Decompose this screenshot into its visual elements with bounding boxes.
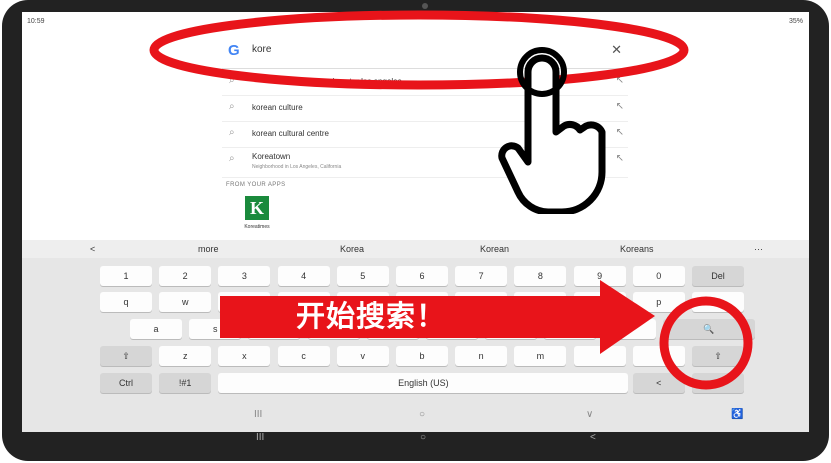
suggestion-text: korean cultural centre: [252, 129, 329, 138]
menu-icon[interactable]: ···: [754, 244, 763, 254]
start-search-banner: 开始搜索！: [218, 283, 630, 342]
fill-arrow-icon[interactable]: ↖: [616, 127, 624, 138]
shift-key-right[interactable]: ⇧: [692, 346, 744, 366]
status-battery: 35%: [788, 18, 803, 25]
fill-arrow-icon[interactable]: ↖: [616, 101, 624, 112]
key-b[interactable]: b: [396, 346, 448, 366]
search-icon: ⌕: [229, 153, 235, 164]
key-z[interactable]: z: [159, 346, 212, 366]
space-key[interactable]: English (US): [218, 373, 629, 393]
search-input[interactable]: kore: [252, 44, 271, 55]
suggestion-text: korean culture: [252, 103, 303, 112]
hide-keyboard-icon[interactable]: ∨: [586, 409, 593, 420]
key-p[interactable]: p: [632, 292, 685, 312]
status-bar: 10:59 35%: [22, 12, 809, 32]
from-apps-header: FROM YOUR APPS: [226, 182, 286, 188]
tablet-frame: 10:59 35% G kore ✕ ⌕ korean cultural cen…: [2, 0, 829, 461]
prediction-more[interactable]: more: [198, 244, 219, 254]
koreatimes-icon: K: [245, 196, 269, 220]
fill-arrow-icon[interactable]: ↖: [616, 153, 624, 164]
front-camera: [422, 3, 428, 9]
recent-apps-icon[interactable]: III: [256, 432, 264, 443]
key-a[interactable]: a: [130, 319, 182, 339]
keyboard-nav-bar: III ○ ∨ ♿: [22, 404, 809, 432]
app-label: Koreatimes: [244, 224, 270, 230]
key-v[interactable]: v: [336, 346, 389, 366]
back-icon[interactable]: <: [590, 432, 596, 443]
accessibility-icon[interactable]: ♿: [731, 409, 743, 420]
key-period[interactable]: [632, 346, 685, 366]
key-extra[interactable]: [692, 292, 744, 312]
status-time: 10:59: [27, 18, 45, 25]
suggestion-text: korean cultural center los angeles: [282, 77, 402, 86]
home-icon[interactable]: ○: [420, 432, 426, 443]
cursor-left-key[interactable]: <: [632, 373, 685, 393]
suggestion-text: Koreatown: [252, 152, 291, 161]
shift-key[interactable]: ⇧: [100, 346, 152, 366]
key-x[interactable]: x: [218, 346, 271, 366]
cursor-right-key[interactable]: >: [692, 373, 744, 393]
ctrl-key[interactable]: Ctrl: [100, 373, 152, 393]
screen: 10:59 35% G kore ✕ ⌕ korean cultural cen…: [22, 12, 809, 432]
key-m[interactable]: m: [514, 346, 567, 366]
search-icon: ⌕: [229, 101, 235, 112]
home-icon[interactable]: ○: [419, 409, 425, 420]
search-key[interactable]: 🔍: [662, 319, 755, 339]
prediction-word[interactable]: Koreans: [620, 244, 654, 254]
key-n[interactable]: n: [455, 346, 508, 366]
google-icon: G: [228, 42, 240, 59]
key-comma[interactable]: [573, 346, 626, 366]
symbol-key[interactable]: !#1: [159, 373, 212, 393]
pointing-hand-icon: [498, 47, 606, 214]
system-nav-bar: III ○ <: [2, 432, 829, 452]
delete-key[interactable]: Del: [692, 266, 744, 286]
key-0[interactable]: 0: [632, 266, 685, 286]
back-icon[interactable]: <: [90, 244, 95, 254]
close-icon[interactable]: ✕: [611, 42, 622, 58]
key-q[interactable]: q: [100, 292, 152, 312]
prediction-word[interactable]: Korea: [340, 244, 364, 254]
fill-arrow-icon[interactable]: ↖: [616, 75, 624, 86]
suggestion-subtext: Neighborhood in Los Angeles, California: [252, 164, 342, 170]
key-w[interactable]: w: [159, 292, 212, 312]
prediction-word[interactable]: Korean: [480, 244, 509, 254]
app-koreatimes[interactable]: K Koreatimes: [242, 196, 272, 236]
prediction-bar: < more Korea Korean Koreans ···: [22, 240, 809, 258]
search-icon: ⌕: [229, 127, 235, 138]
banner-text: 开始搜索！: [296, 301, 447, 333]
recent-apps-icon[interactable]: III: [254, 409, 262, 420]
key-2[interactable]: 2: [159, 266, 212, 286]
search-icon: ⌕: [229, 75, 235, 86]
key-1[interactable]: 1: [100, 266, 152, 286]
key-c[interactable]: c: [277, 346, 330, 366]
